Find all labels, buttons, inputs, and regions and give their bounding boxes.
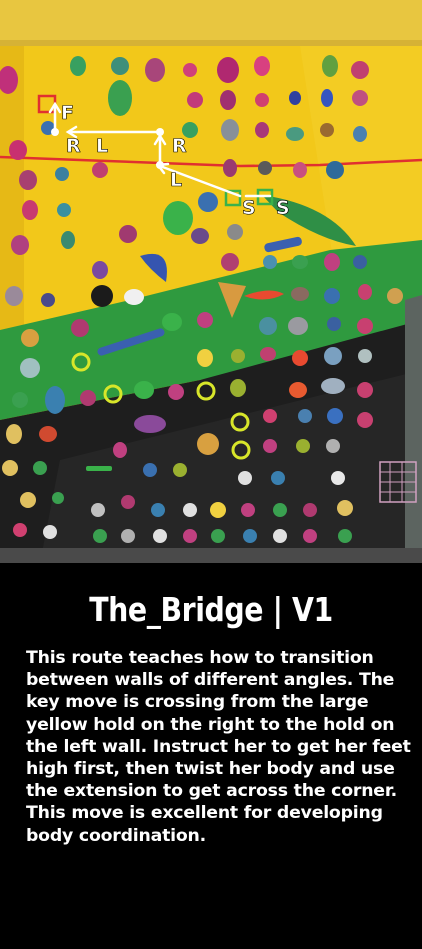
finish-label: F — [61, 102, 74, 124]
climbing-wall-photo: F R L R L S S — [0, 0, 422, 563]
move-label-left-hand: L — [96, 135, 108, 157]
route-node — [51, 128, 59, 136]
route-node — [156, 128, 164, 136]
route-description: This route teaches how to transition bet… — [26, 648, 411, 846]
route-caption: The_Bridge | V1 This route teaches how t… — [0, 563, 422, 949]
move-label-left-hand: L — [170, 169, 182, 191]
route-card: F R L R L S S The_Bridge | V1 This route… — [0, 0, 422, 949]
route-node — [156, 161, 164, 169]
start-label: S — [276, 197, 290, 219]
move-label-right-hand: R — [172, 135, 187, 157]
route-title: The_Bridge | V1 — [89, 590, 333, 629]
start-label: S — [242, 197, 256, 219]
move-label-right-hand: R — [66, 135, 81, 157]
